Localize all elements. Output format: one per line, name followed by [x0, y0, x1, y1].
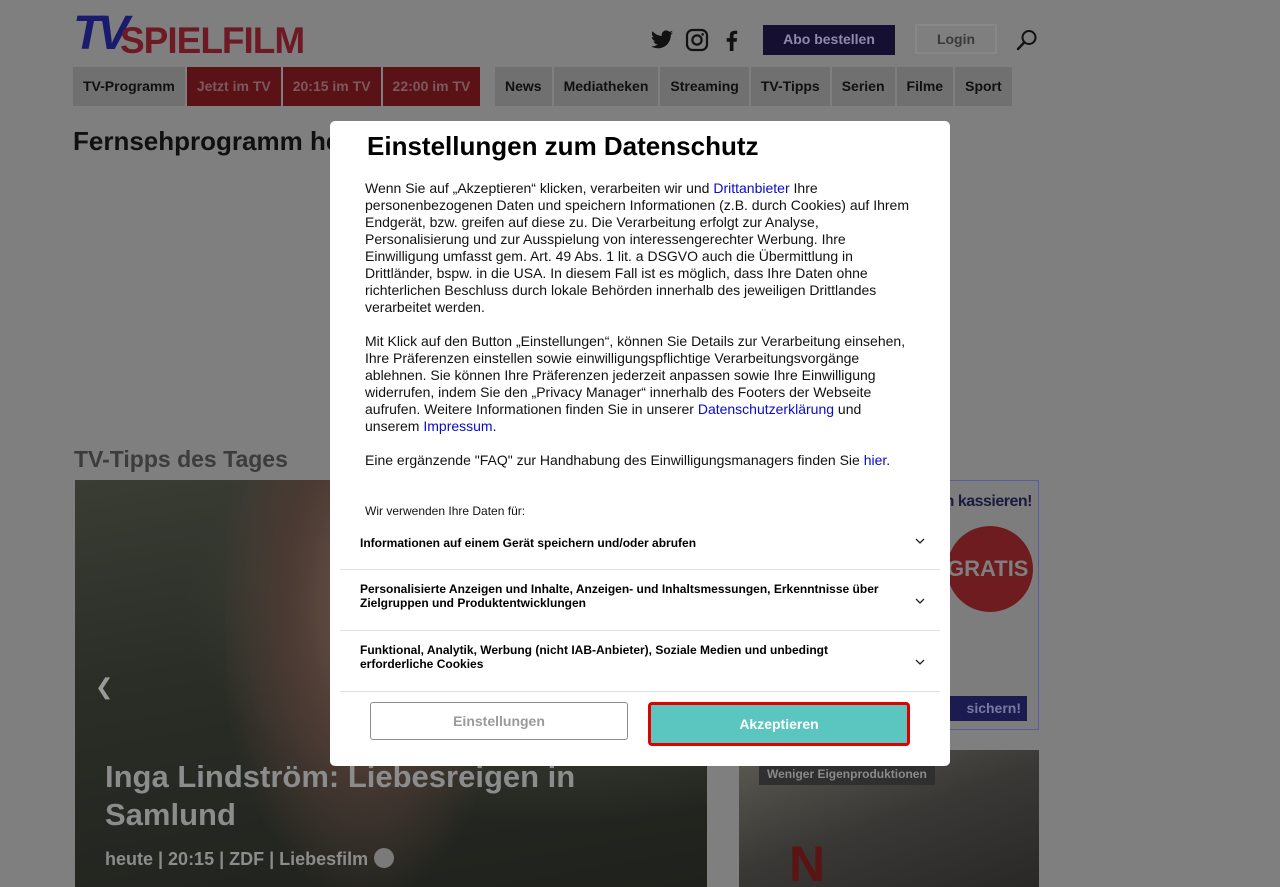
dialog-paragraph-1: Wenn Sie auf „Akzeptieren“ klicken, vera… [365, 180, 915, 316]
purpose-item-personalisation[interactable]: Personalisierte Anzeigen und Inhalte, An… [340, 570, 940, 631]
carousel-prev-icon[interactable]: ❮ [95, 675, 113, 700]
faq-link[interactable]: hier [864, 452, 887, 468]
purpose-label: Personalisierte Anzeigen und Inhalte, An… [360, 582, 879, 610]
chevron-down-icon[interactable] [914, 656, 926, 668]
use-title: Wir verwenden Ihre Daten für: [365, 504, 526, 518]
logo-spielfilm: SPIELFILM [120, 20, 305, 61]
chevron-down-icon[interactable] [914, 535, 926, 547]
facebook-icon[interactable] [720, 28, 744, 52]
purpose-label: Informationen auf einem Gerät speichern … [360, 536, 697, 550]
hero-meta: heute | 20:15 | ZDF | Liebesfilm [105, 848, 395, 870]
ad-cta[interactable]: sichern! [940, 696, 1027, 721]
hero-meta-text: heute | 20:15 | ZDF | Liebesfilm [105, 849, 369, 869]
dialog-paragraph-2: Mit Klick auf den Button „Einstellungen“… [365, 333, 915, 435]
tipps-heading: TV-Tipps des Tages [74, 446, 288, 472]
rating-icon [374, 848, 395, 868]
nav-streaming[interactable]: Streaming [660, 67, 749, 106]
hero-title[interactable]: Inga Lindström: Liebesreigen in Samlund [105, 758, 665, 834]
nav-2015-im-tv[interactable]: 20:15 im TV [282, 67, 381, 106]
nav-news[interactable]: News [495, 67, 552, 106]
dialog-paragraph-3: Eine ergänzende "FAQ" zur Handhabung des… [365, 452, 915, 469]
impressum-link[interactable]: Impressum [423, 418, 492, 434]
dialog-title: Einstellungen zum Datenschutz [367, 131, 759, 161]
nav-tv-tipps[interactable]: TV-Tipps [750, 67, 830, 106]
purpose-item-storage[interactable]: Informationen auf einem Gerät speichern … [340, 522, 940, 570]
chevron-down-icon[interactable] [914, 595, 926, 607]
page: TV SPIELFILM Abo bestellen Login TV-Prog… [0, 0, 1280, 887]
datenschutzerklaerung-link[interactable]: Datenschutzerklärung [698, 401, 834, 417]
news-card-badge: Weniger Eigenproduktionen [759, 764, 935, 785]
news-card[interactable]: Weniger Eigenproduktionen N [739, 750, 1039, 887]
site-logo[interactable]: TV SPIELFILM [73, 7, 305, 61]
nav-filme[interactable]: Filme [896, 67, 954, 106]
nav-sport[interactable]: Sport [955, 67, 1012, 106]
nav-tv-programm[interactable]: TV-Programm [73, 67, 185, 106]
twitter-icon[interactable] [650, 28, 674, 52]
purpose-item-functional[interactable]: Funktional, Analytik, Werbung (nicht IAB… [340, 631, 940, 692]
nav-2200-im-tv[interactable]: 22:00 im TV [382, 67, 481, 106]
netflix-logo: N [789, 836, 826, 887]
p3-text-b: . [886, 452, 891, 468]
settings-button[interactable]: Einstellungen [370, 702, 628, 740]
search-icon[interactable] [1015, 28, 1039, 52]
page-title: Fernsehprogramm heute [73, 126, 353, 156]
p1-text-a: Wenn Sie auf „Akzeptieren“ klicken, vera… [365, 180, 714, 196]
nav-serien[interactable]: Serien [831, 67, 895, 106]
nav-jetzt-im-tv[interactable]: Jetzt im TV [186, 67, 281, 106]
accept-button[interactable]: Akzeptieren [648, 702, 910, 746]
nav-mediatheken[interactable]: Mediatheken [553, 67, 659, 106]
drittanbieter-link[interactable]: Drittanbieter [713, 180, 789, 196]
p1-text-b: Ihre personenbezogenen Daten und speiche… [365, 180, 909, 315]
instagram-icon[interactable] [685, 28, 709, 52]
privacy-consent-dialog: Einstellungen zum Datenschutz Wenn Sie a… [330, 121, 950, 766]
dialog-body: Wenn Sie auf „Akzeptieren“ klicken, vera… [365, 180, 915, 486]
main-nav-right: News Mediatheken Streaming TV-Tipps Seri… [495, 67, 1014, 106]
logo-tv: TV [73, 7, 129, 60]
p3-text-a: Eine ergänzende "FAQ" zur Handhabung des… [365, 452, 864, 468]
ad-badge: GRATIS [947, 526, 1033, 612]
abo-button[interactable]: Abo bestellen [763, 25, 895, 55]
p2-text-c: . [492, 418, 497, 434]
purpose-label: Funktional, Analytik, Werbung (nicht IAB… [360, 643, 828, 671]
main-nav-left: TV-Programm Jetzt im TV 20:15 im TV 22:0… [73, 67, 482, 106]
login-button[interactable]: Login [915, 24, 997, 54]
